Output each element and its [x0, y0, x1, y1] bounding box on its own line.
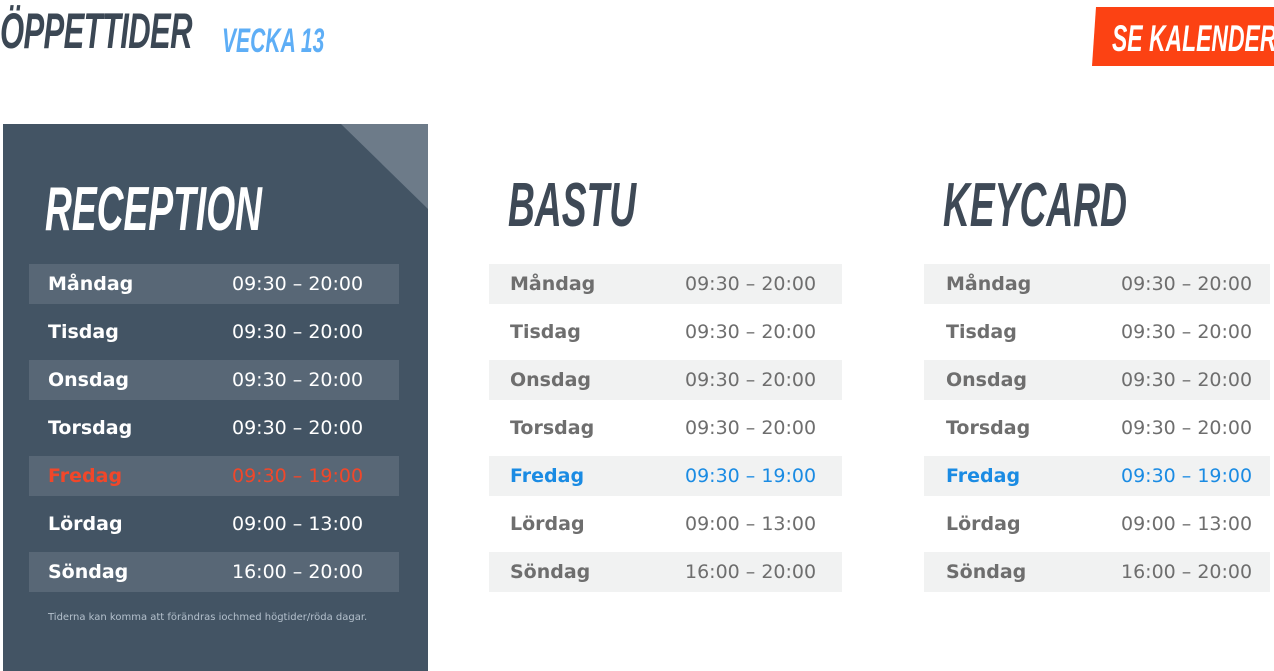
day-label: Lördag — [946, 513, 1021, 535]
bastu-title: BASTU — [508, 171, 637, 240]
hours-row-wednesday: Onsdag 09:30 – 20:00 — [29, 360, 399, 400]
day-label: Tisdag — [48, 321, 119, 343]
reception-hours-table: Måndag 09:30 – 20:00 Tisdag 09:30 – 20:0… — [29, 264, 399, 600]
time-value: 09:00 – 13:00 — [232, 513, 364, 535]
hours-row-thursday: Torsdag 09:30 – 20:00 — [924, 408, 1270, 448]
hours-row-tuesday: Tisdag 09:30 – 20:00 — [924, 312, 1270, 352]
time-value: 09:30 – 20:00 — [1121, 369, 1253, 391]
day-label: Onsdag — [48, 369, 130, 391]
page-title: ÖPPETTIDER — [0, 3, 193, 59]
hours-row-thursday: Torsdag 09:30 – 20:00 — [29, 408, 399, 448]
bastu-hours-table: Måndag 09:30 – 20:00 Tisdag 09:30 – 20:0… — [489, 264, 842, 600]
week-label: VECKA 13 — [222, 22, 325, 60]
time-value: 09:30 – 20:00 — [232, 273, 364, 295]
time-value: 09:30 – 19:00 — [685, 465, 817, 487]
hours-row-saturday: Lördag 09:00 – 13:00 — [924, 504, 1270, 544]
day-label: Fredag — [946, 465, 1021, 487]
hours-row-friday: Fredag 09:30 – 19:00 — [924, 456, 1270, 496]
hours-row-monday: Måndag 09:30 – 20:00 — [924, 264, 1270, 304]
day-label: Fredag — [48, 465, 123, 487]
time-value: 09:30 – 20:00 — [685, 417, 817, 439]
keycard-hours-table: Måndag 09:30 – 20:00 Tisdag 09:30 – 20:0… — [924, 264, 1270, 600]
corner-fold-decoration — [341, 124, 428, 209]
time-value: 09:30 – 20:00 — [232, 417, 364, 439]
hours-row-wednesday: Onsdag 09:30 – 20:00 — [924, 360, 1270, 400]
day-label: Måndag — [510, 273, 596, 295]
day-label: Måndag — [946, 273, 1032, 295]
day-label: Söndag — [510, 561, 591, 583]
hours-row-sunday: Söndag 16:00 – 20:00 — [489, 552, 842, 592]
hours-row-sunday: Söndag 16:00 – 20:00 — [924, 552, 1270, 592]
time-value: 09:30 – 20:00 — [685, 273, 817, 295]
time-value: 09:30 – 20:00 — [685, 321, 817, 343]
time-value: 16:00 – 20:00 — [1121, 561, 1253, 583]
time-value: 09:30 – 20:00 — [1121, 417, 1253, 439]
time-value: 09:30 – 20:00 — [1121, 273, 1253, 295]
time-value: 09:30 – 20:00 — [685, 369, 817, 391]
day-label: Lördag — [48, 513, 123, 535]
time-value: 09:00 – 13:00 — [1121, 513, 1253, 535]
hours-row-saturday: Lördag 09:00 – 13:00 — [489, 504, 842, 544]
day-label: Söndag — [946, 561, 1027, 583]
hours-row-friday: Fredag 09:30 – 19:00 — [29, 456, 399, 496]
see-calendar-label: SE KALENDER — [1112, 18, 1274, 59]
time-value: 09:30 – 19:00 — [1121, 465, 1253, 487]
hours-row-monday: Måndag 09:30 – 20:00 — [29, 264, 399, 304]
reception-title: RECEPTION — [45, 175, 263, 244]
day-label: Tisdag — [510, 321, 581, 343]
day-label: Torsdag — [946, 417, 1031, 439]
time-value: 09:30 – 20:00 — [232, 321, 364, 343]
hours-row-thursday: Torsdag 09:30 – 20:00 — [489, 408, 842, 448]
time-value: 09:30 – 20:00 — [1121, 321, 1253, 343]
time-value: 16:00 – 20:00 — [232, 561, 364, 583]
hours-row-monday: Måndag 09:30 – 20:00 — [489, 264, 842, 304]
hours-row-wednesday: Onsdag 09:30 – 20:00 — [489, 360, 842, 400]
day-label: Tisdag — [946, 321, 1017, 343]
day-label: Söndag — [48, 561, 129, 583]
hours-row-friday: Fredag 09:30 – 19:00 — [489, 456, 842, 496]
time-value: 09:30 – 19:00 — [232, 465, 364, 487]
see-calendar-button[interactable]: SE KALENDER — [1092, 7, 1274, 66]
day-label: Torsdag — [510, 417, 595, 439]
hours-row-tuesday: Tisdag 09:30 – 20:00 — [29, 312, 399, 352]
keycard-title: KEYCARD — [943, 171, 1127, 240]
holiday-note: Tiderna kan komma att förändras iochmed … — [48, 612, 368, 623]
time-value: 09:00 – 13:00 — [685, 513, 817, 535]
hours-row-tuesday: Tisdag 09:30 – 20:00 — [489, 312, 842, 352]
day-label: Torsdag — [48, 417, 133, 439]
time-value: 09:30 – 20:00 — [232, 369, 364, 391]
time-value: 16:00 – 20:00 — [685, 561, 817, 583]
day-label: Onsdag — [510, 369, 592, 391]
day-label: Fredag — [510, 465, 585, 487]
day-label: Måndag — [48, 273, 134, 295]
hours-row-sunday: Söndag 16:00 – 20:00 — [29, 552, 399, 592]
day-label: Onsdag — [946, 369, 1028, 391]
hours-row-saturday: Lördag 09:00 – 13:00 — [29, 504, 399, 544]
day-label: Lördag — [510, 513, 585, 535]
